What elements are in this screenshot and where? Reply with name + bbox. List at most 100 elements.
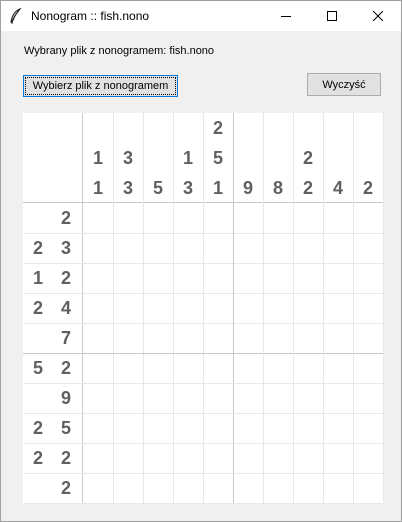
grid-cell[interactable] [173,473,203,503]
grid-cell[interactable] [143,473,173,503]
grid-cell[interactable] [83,293,113,323]
grid-cell[interactable] [353,263,383,293]
grid-cell[interactable] [293,473,323,503]
grid-cell[interactable] [353,383,383,413]
grid-cell[interactable] [113,323,143,353]
grid-cell[interactable] [83,473,113,503]
grid-cell[interactable] [353,443,383,473]
grid-cell[interactable] [233,203,263,233]
grid-cell[interactable] [83,443,113,473]
grid-cell[interactable] [203,443,233,473]
grid-cell[interactable] [83,323,113,353]
grid-cell[interactable] [143,323,173,353]
grid-cell[interactable] [173,353,203,383]
title-bar[interactable]: Nonogram :: fish.nono [1,1,401,31]
grid-cell[interactable] [203,353,233,383]
grid-cell[interactable] [143,263,173,293]
grid-cell[interactable] [203,473,233,503]
grid-cell[interactable] [113,443,143,473]
grid-cell[interactable] [323,353,353,383]
grid-cell[interactable] [113,263,143,293]
grid-cell[interactable] [83,263,113,293]
grid-cell[interactable] [263,353,293,383]
grid-cell[interactable] [323,443,353,473]
grid-cell[interactable] [293,353,323,383]
grid-cell[interactable] [203,203,233,233]
clear-button[interactable]: Wyczyść [307,73,381,96]
grid-cell[interactable] [323,203,353,233]
grid-cell[interactable] [173,383,203,413]
grid-cell[interactable] [323,263,353,293]
grid-cell[interactable] [263,293,293,323]
grid-cell[interactable] [173,263,203,293]
grid-cell[interactable] [353,233,383,263]
grid-cell[interactable] [353,413,383,443]
grid-cell[interactable] [293,443,323,473]
grid-cell[interactable] [233,413,263,443]
grid-cell[interactable] [173,413,203,443]
grid-cell[interactable] [143,353,173,383]
grid-cell[interactable] [263,233,293,263]
grid-cell[interactable] [353,293,383,323]
grid-cell[interactable] [203,263,233,293]
grid-cell[interactable] [113,353,143,383]
grid-cell[interactable] [323,383,353,413]
grid-cell[interactable] [233,353,263,383]
grid-cell[interactable] [353,473,383,503]
grid-cell[interactable] [233,323,263,353]
grid-cell[interactable] [83,233,113,263]
grid-cell[interactable] [293,383,323,413]
grid-cell[interactable] [293,233,323,263]
grid-cell[interactable] [263,443,293,473]
grid-cell[interactable] [173,233,203,263]
grid-cell[interactable] [233,293,263,323]
grid-cell[interactable] [83,203,113,233]
grid-cell[interactable] [173,293,203,323]
grid-cell[interactable] [353,203,383,233]
grid-cell[interactable] [263,413,293,443]
grid-cell[interactable] [113,233,143,263]
grid-cell[interactable] [293,263,323,293]
grid-cell[interactable] [113,473,143,503]
grid-cell[interactable] [293,413,323,443]
grid-cell[interactable] [203,293,233,323]
grid-cell[interactable] [323,233,353,263]
grid-cell[interactable] [113,293,143,323]
grid-cell[interactable] [263,323,293,353]
grid-cell[interactable] [203,233,233,263]
grid-cell[interactable] [323,473,353,503]
grid-cell[interactable] [323,413,353,443]
grid-cell[interactable] [143,443,173,473]
grid-cell[interactable] [143,233,173,263]
grid-cell[interactable] [83,413,113,443]
grid-cell[interactable] [203,323,233,353]
grid-cell[interactable] [263,383,293,413]
grid-cell[interactable] [353,323,383,353]
grid-cell[interactable] [233,383,263,413]
grid-cell[interactable] [323,293,353,323]
grid-cell[interactable] [203,413,233,443]
grid-cell[interactable] [233,473,263,503]
grid-cell[interactable] [173,203,203,233]
choose-file-button[interactable]: Wybierz plik z nonogramem [23,75,178,97]
grid-cell[interactable] [143,203,173,233]
grid-cell[interactable] [113,413,143,443]
grid-cell[interactable] [173,443,203,473]
grid-cell[interactable] [143,413,173,443]
grid-cell[interactable] [233,443,263,473]
grid-cell[interactable] [293,323,323,353]
grid-cell[interactable] [233,233,263,263]
grid-cell[interactable] [143,293,173,323]
grid-cell[interactable] [83,353,113,383]
grid-cell[interactable] [203,383,233,413]
close-button[interactable] [355,1,401,31]
grid-cell[interactable] [263,263,293,293]
grid-cell[interactable] [113,203,143,233]
grid-cell[interactable] [263,203,293,233]
grid-cell[interactable] [143,383,173,413]
grid-cell[interactable] [263,473,293,503]
grid-cell[interactable] [233,263,263,293]
grid-cell[interactable] [323,323,353,353]
grid-cell[interactable] [353,353,383,383]
grid-cell[interactable] [293,293,323,323]
